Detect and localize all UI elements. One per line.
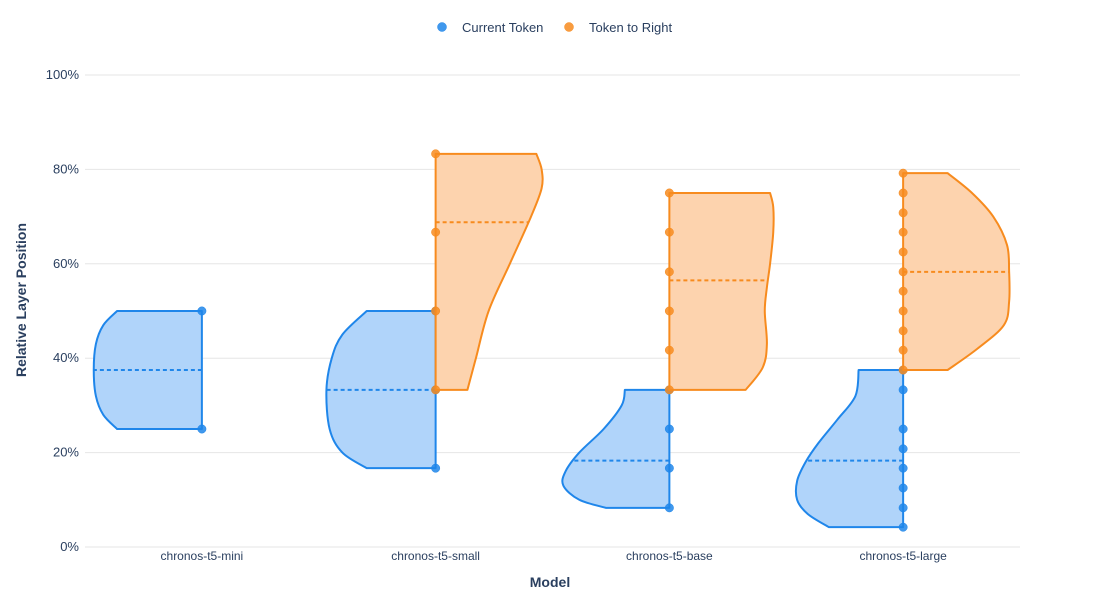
x-tick-label: chronos-t5-small bbox=[391, 549, 480, 563]
data-point[interactable] bbox=[431, 149, 441, 159]
data-point[interactable] bbox=[898, 385, 908, 395]
data-point[interactable] bbox=[431, 463, 441, 473]
data-point[interactable] bbox=[664, 503, 674, 513]
y-axis-title: Relative Layer Position bbox=[13, 223, 29, 377]
data-point[interactable] bbox=[664, 267, 674, 277]
data-point[interactable] bbox=[898, 483, 908, 493]
chart: 0% 20% 40% 60% 80% 100% chronos-t5-mini chronos… bbox=[0, 0, 1100, 600]
data-point[interactable] bbox=[898, 188, 908, 198]
legend[interactable]: Current Token Token to Right bbox=[437, 20, 673, 35]
data-point[interactable] bbox=[664, 306, 674, 316]
data-point[interactable] bbox=[664, 188, 674, 198]
violin-token-to-right-chronos-t5-base[interactable] bbox=[664, 188, 775, 395]
data-point[interactable] bbox=[664, 424, 674, 434]
data-point[interactable] bbox=[898, 208, 908, 218]
legend-item-token-to-right[interactable]: Token to Right bbox=[564, 20, 673, 35]
violin-current-token-chronos-t5-small[interactable] bbox=[325, 306, 441, 473]
violin-token-to-right-chronos-t5-small[interactable] bbox=[431, 149, 544, 395]
y-tick-label: 0% bbox=[60, 539, 79, 554]
legend-marker bbox=[564, 22, 574, 32]
y-tick-label: 80% bbox=[53, 161, 79, 176]
data-point[interactable] bbox=[898, 227, 908, 237]
data-point[interactable] bbox=[898, 463, 908, 473]
violin-body bbox=[668, 192, 775, 391]
violin-current-token-chronos-t5-large[interactable] bbox=[794, 365, 908, 532]
data-point[interactable] bbox=[898, 522, 908, 532]
data-point[interactable] bbox=[898, 365, 908, 375]
x-axis-title: Model bbox=[530, 574, 570, 590]
violin-chart-svg: 0% 20% 40% 60% 80% 100% chronos-t5-mini chronos… bbox=[13, 20, 1020, 590]
data-point[interactable] bbox=[898, 444, 908, 454]
data-point[interactable] bbox=[431, 227, 441, 237]
y-tick-label: 100% bbox=[46, 67, 80, 82]
y-tick-label: 20% bbox=[53, 445, 79, 460]
violin-current-token-chronos-t5-base[interactable] bbox=[561, 385, 674, 513]
violins bbox=[92, 149, 1011, 532]
violin-body bbox=[561, 388, 671, 509]
data-point[interactable] bbox=[664, 463, 674, 473]
data-point[interactable] bbox=[898, 345, 908, 355]
data-point[interactable] bbox=[197, 306, 207, 316]
violin-body bbox=[794, 369, 905, 529]
data-point[interactable] bbox=[197, 424, 207, 434]
y-tick-label: 40% bbox=[53, 350, 79, 365]
data-point[interactable] bbox=[664, 385, 674, 395]
x-tick-label: chronos-t5-mini bbox=[161, 549, 244, 563]
data-point[interactable] bbox=[898, 424, 908, 434]
x-tick-label: chronos-t5-base bbox=[626, 549, 713, 563]
data-point[interactable] bbox=[431, 385, 441, 395]
data-point[interactable] bbox=[664, 345, 674, 355]
data-point[interactable] bbox=[431, 306, 441, 316]
data-point[interactable] bbox=[898, 326, 908, 336]
legend-label: Current Token bbox=[462, 20, 543, 35]
legend-label: Token to Right bbox=[589, 20, 672, 35]
data-point[interactable] bbox=[898, 168, 908, 178]
data-point[interactable] bbox=[664, 227, 674, 237]
data-point[interactable] bbox=[898, 306, 908, 316]
data-point[interactable] bbox=[898, 267, 908, 277]
x-tick-label: chronos-t5-large bbox=[859, 549, 947, 563]
data-point[interactable] bbox=[898, 247, 908, 257]
violin-current-token-chronos-t5-mini[interactable] bbox=[92, 306, 207, 434]
violin-token-to-right-chronos-t5-large[interactable] bbox=[898, 168, 1011, 375]
y-tick-label: 60% bbox=[53, 256, 79, 271]
legend-item-current-token[interactable]: Current Token bbox=[437, 20, 544, 35]
data-point[interactable] bbox=[898, 286, 908, 296]
data-point[interactable] bbox=[898, 503, 908, 513]
legend-marker bbox=[437, 22, 447, 32]
violin-body bbox=[434, 152, 544, 391]
